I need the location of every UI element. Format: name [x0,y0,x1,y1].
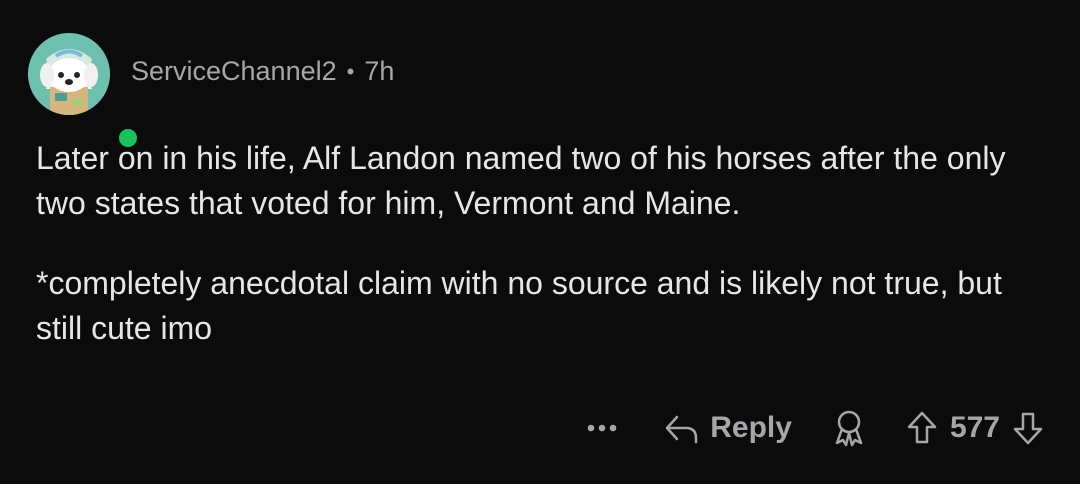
award-button[interactable] [832,409,866,447]
comment-paragraph: Later on in his life, Alf Landon named t… [36,140,1006,221]
comment-header [28,33,142,152]
author-username[interactable]: ServiceChannel2 [131,56,337,87]
comment-body: Later on in his life, Alf Landon named t… [36,136,1046,351]
upvote-arrow-icon [907,411,937,444]
dog-avatar-icon [28,33,110,115]
more-options-button[interactable] [585,424,619,432]
comment-meta: ServiceChannel2 • 7h [131,56,394,87]
reply-arrow-icon [665,415,698,444]
reply-label: Reply [710,411,792,444]
comment-timestamp: 7h [364,56,395,86]
downvote-button[interactable] [1012,410,1044,446]
upvote-button[interactable] [906,410,938,446]
award-icon [835,410,863,447]
reply-button[interactable]: Reply [664,411,792,445]
vote-count: 577 [949,411,1000,444]
downvote-arrow-icon [1013,412,1043,445]
comment-actions: Reply 577 [585,403,1044,453]
author-avatar[interactable] [28,33,142,152]
meta-separator: • [346,58,355,84]
comment: ServiceChannel2 • 7h Later on in his lif… [0,0,1080,484]
avatar-image [28,33,110,115]
more-options-icon [587,424,617,432]
comment-paragraph: *completely anecdotal claim with no sour… [36,265,1002,346]
